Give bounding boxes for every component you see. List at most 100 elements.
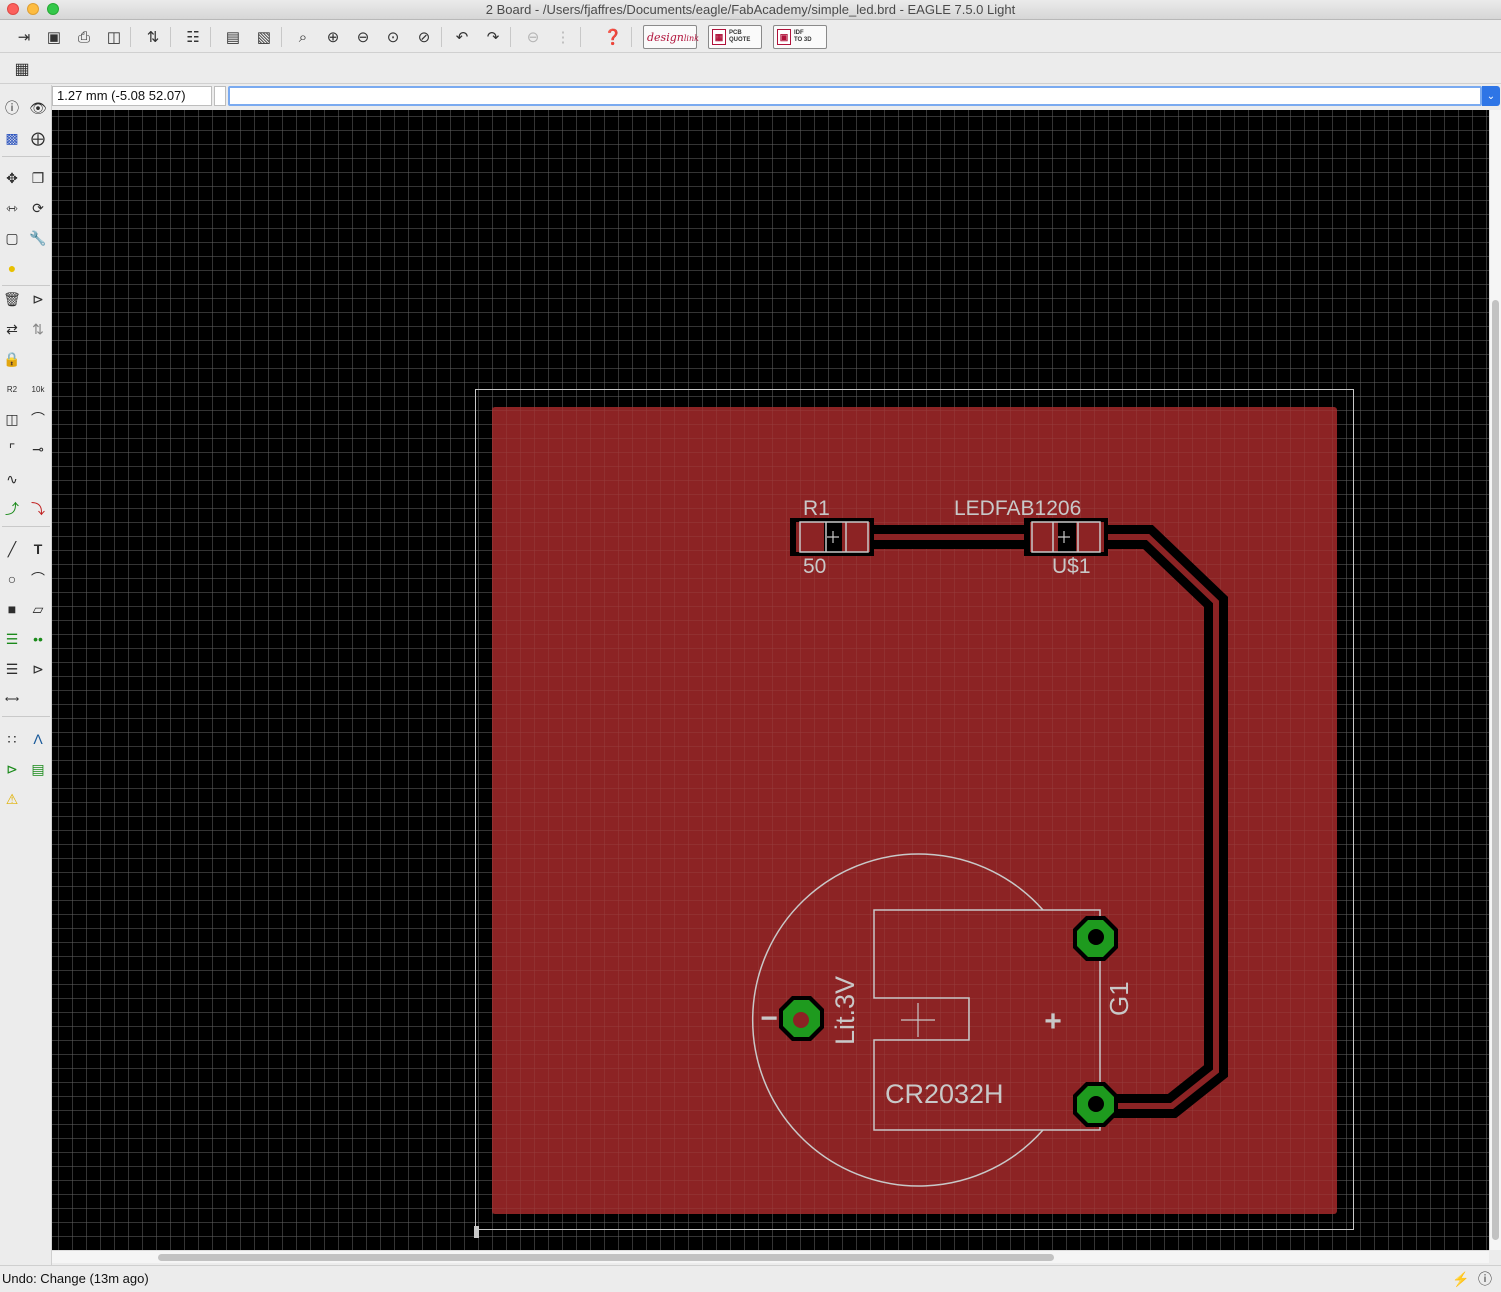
zoom-redraw-icon[interactable]: ⊙ xyxy=(381,25,405,49)
ripup-icon[interactable]: ⤵ xyxy=(27,498,49,520)
u1-value-label: LEDFAB1206 xyxy=(954,497,1081,520)
status-bar: Undo: Change (13m ago) ⚡ ⓘ xyxy=(0,1265,1501,1292)
command-sidebar: ⓘ 👁 ▩ ⨁ ✥ ❐ ⇿ ⟳ ▢ 🔧 ● 🗑 ⊳ ⇄ ⇅ 🔒 R2 10k ◫… xyxy=(0,85,52,1265)
route-icon[interactable]: ⤴ xyxy=(1,498,23,520)
show-icon[interactable]: 👁 xyxy=(27,97,49,119)
g1-plus-marker: + xyxy=(1044,1005,1062,1038)
erc-icon[interactable]: ⊳ xyxy=(1,758,23,780)
grid-icon[interactable]: ▦ xyxy=(12,59,32,79)
pinswap-icon[interactable]: ⇅ xyxy=(27,318,49,340)
copy-icon[interactable]: ❐ xyxy=(27,167,49,189)
add-icon[interactable]: ⊳ xyxy=(27,288,49,310)
u1-pad-1[interactable] xyxy=(1030,522,1058,552)
display-icon[interactable]: ▩ xyxy=(1,127,23,149)
design-link-button[interactable]: designlink xyxy=(643,25,699,49)
value-icon[interactable]: 10k xyxy=(27,378,49,400)
eagle-window: 2 Board - /Users/fjaffres/Documents/eagl… xyxy=(0,0,1501,1292)
ratsnest-icon[interactable]: ∷ xyxy=(1,728,23,750)
horizontal-scrollbar[interactable] xyxy=(52,1250,1489,1263)
attribute-icon[interactable]: ⊳ xyxy=(27,658,49,680)
stop-command-icon[interactable]: ⓘ xyxy=(1476,1270,1494,1288)
info-icon[interactable]: ⓘ xyxy=(1,97,23,119)
g1-pad-plus-bottom-drill xyxy=(1088,1096,1104,1112)
pcb-quote-label: PCB QUOTE xyxy=(729,30,751,43)
optimize-icon[interactable]: ⊸ xyxy=(27,438,49,460)
replace-icon[interactable]: ⇄ xyxy=(1,318,23,340)
horizontal-scroll-thumb[interactable] xyxy=(158,1254,1054,1261)
miter-icon[interactable]: ⌒ xyxy=(27,408,49,430)
design-link-label: designlink xyxy=(647,30,699,44)
vertical-scroll-thumb[interactable] xyxy=(1492,300,1499,1240)
drc-icon[interactable]: ▤ xyxy=(27,758,49,780)
window-title: 2 Board - /Users/fjaffres/Documents/eagl… xyxy=(485,2,1016,17)
rotate-icon[interactable]: ⟳ xyxy=(27,197,49,219)
move-icon[interactable]: ✥ xyxy=(1,167,23,189)
u1-name-label: U$1 xyxy=(1052,555,1091,578)
hole-icon[interactable]: ☰ xyxy=(1,658,23,680)
r1-value-label: 50 xyxy=(803,555,826,578)
command-input[interactable] xyxy=(228,86,1482,106)
g1-pad-plus-top-drill xyxy=(1088,929,1104,945)
smash-icon[interactable]: ◫ xyxy=(1,408,23,430)
save-icon[interactable]: ▣ xyxy=(42,25,66,49)
mirror-icon[interactable]: ⇿ xyxy=(1,197,23,219)
zoom-in-icon[interactable]: ⊕ xyxy=(321,25,345,49)
wire-icon[interactable]: ╱ xyxy=(1,538,23,560)
vertical-scrollbar[interactable] xyxy=(1489,110,1501,1250)
errors-icon[interactable]: ⚠ xyxy=(1,788,23,810)
command-row: 1.27 mm (-5.08 52.07) ⌄ xyxy=(52,85,1501,107)
command-history-dropdown[interactable]: ⌄ xyxy=(1482,86,1500,106)
g1-name-label: G1 xyxy=(1104,981,1134,1016)
meander-icon[interactable]: ∿ xyxy=(1,468,23,490)
mark-icon[interactable]: ⨁ xyxy=(27,127,49,149)
undo-icon[interactable]: ↶ xyxy=(450,25,474,49)
name-icon[interactable]: R2 xyxy=(1,378,23,400)
coordinate-display: 1.27 mm (-5.08 52.07) xyxy=(52,86,212,106)
paste-icon[interactable]: ● xyxy=(1,257,23,279)
change-icon[interactable]: 🔧 xyxy=(27,227,49,249)
idf-icon: ▣ xyxy=(777,29,791,45)
dimension-icon[interactable]: ⟷ xyxy=(1,688,23,710)
idf-to-3d-label: IDF TO 3D xyxy=(794,30,812,43)
idf-to-3d-button[interactable]: ▣ IDF TO 3D xyxy=(773,25,827,49)
r1-name-label: R1 xyxy=(803,497,830,520)
g1-pad-minus-drill xyxy=(793,1012,809,1028)
script-icon[interactable]: ▤ xyxy=(221,25,245,49)
origin-cross xyxy=(474,1226,479,1238)
arc-icon[interactable]: ⌒ xyxy=(27,568,49,590)
pcb-quote-button[interactable]: ▦ PCB QUOTE xyxy=(708,25,762,49)
run-ulp-icon[interactable]: ▧ xyxy=(252,25,276,49)
auto-route-icon[interactable]: Λ xyxy=(27,728,49,750)
help-icon[interactable]: ❓ xyxy=(601,25,625,49)
stop-icon[interactable]: ⊖ xyxy=(521,25,545,49)
open-icon[interactable]: ⇥ xyxy=(12,25,36,49)
via-icon[interactable]: ☰ xyxy=(1,628,23,650)
zoom-out-icon[interactable]: ⊖ xyxy=(351,25,375,49)
circle-icon[interactable]: ○ xyxy=(1,568,23,590)
board-canvas[interactable]: R1 50 LEDFAB1206 U$1 + − Lit.3V G1 CR203… xyxy=(52,110,1489,1250)
lightning-icon[interactable]: ⚡ xyxy=(1452,1270,1470,1288)
board-drawing[interactable]: R1 50 LEDFAB1206 U$1 + − Lit.3V G1 CR203… xyxy=(52,110,1489,1250)
cam-processor-icon[interactable]: ◫ xyxy=(102,25,126,49)
signal-icon[interactable]: •• xyxy=(27,628,49,650)
rect-icon[interactable]: ■ xyxy=(1,598,23,620)
go-icon[interactable]: ⋮ xyxy=(551,25,575,49)
coordinate-spacer xyxy=(214,86,226,106)
polygon-icon[interactable]: ▱ xyxy=(27,598,49,620)
zoom-select-icon[interactable]: ⊘ xyxy=(412,25,436,49)
title-bar: 2 Board - /Users/fjaffres/Documents/eagl… xyxy=(0,0,1501,20)
split-icon[interactable]: ⌜ xyxy=(1,438,23,460)
text-icon[interactable]: T xyxy=(27,538,49,560)
group-icon[interactable]: ▢ xyxy=(1,227,23,249)
redo-icon[interactable]: ↷ xyxy=(481,25,505,49)
parameter-toolbar: ▦ xyxy=(0,54,1501,84)
layer-toggle-icon[interactable]: ☷ xyxy=(181,25,205,49)
zoom-fit-icon[interactable]: ⌕ xyxy=(291,25,315,49)
print-icon[interactable]: ⎙ xyxy=(72,25,96,49)
main-toolbar: ⇥ ▣ ⎙ ◫ ⇅ ☷ ▤ ▧ ⌕ ⊕ ⊖ ⊙ ⊘ ↶ ↷ ⊖ ⋮ ❓ desi… xyxy=(0,21,1501,53)
lock-icon[interactable]: 🔒 xyxy=(1,348,23,370)
delete-icon[interactable]: 🗑 xyxy=(1,288,23,310)
g1-minus-marker: − xyxy=(760,1002,778,1035)
pcb-icon: ▦ xyxy=(712,29,726,45)
jump-icon[interactable]: ⇅ xyxy=(141,25,165,49)
